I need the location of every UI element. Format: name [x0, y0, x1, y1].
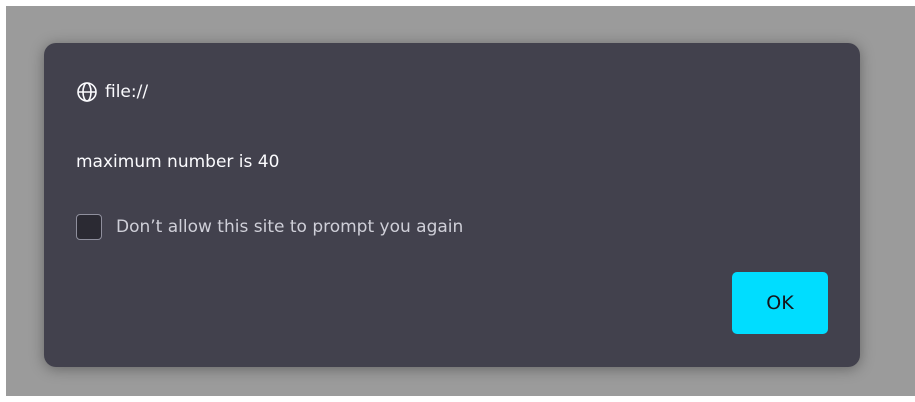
dialog-origin: file:// — [76, 79, 148, 105]
dont-allow-prompt-checkbox[interactable] — [76, 214, 102, 240]
origin-text: file:// — [105, 82, 149, 102]
checkbox-label: Don’t allow this site to prompt you agai… — [116, 217, 464, 237]
dont-allow-prompt-checkbox-row[interactable]: Don’t allow this site to prompt you agai… — [76, 212, 463, 242]
ok-button[interactable]: OK — [732, 272, 828, 334]
alert-dialog: file:// maximum number is 40 Don’t allow… — [44, 43, 860, 367]
dialog-message: maximum number is 40 — [76, 152, 280, 172]
globe-icon — [76, 81, 98, 103]
